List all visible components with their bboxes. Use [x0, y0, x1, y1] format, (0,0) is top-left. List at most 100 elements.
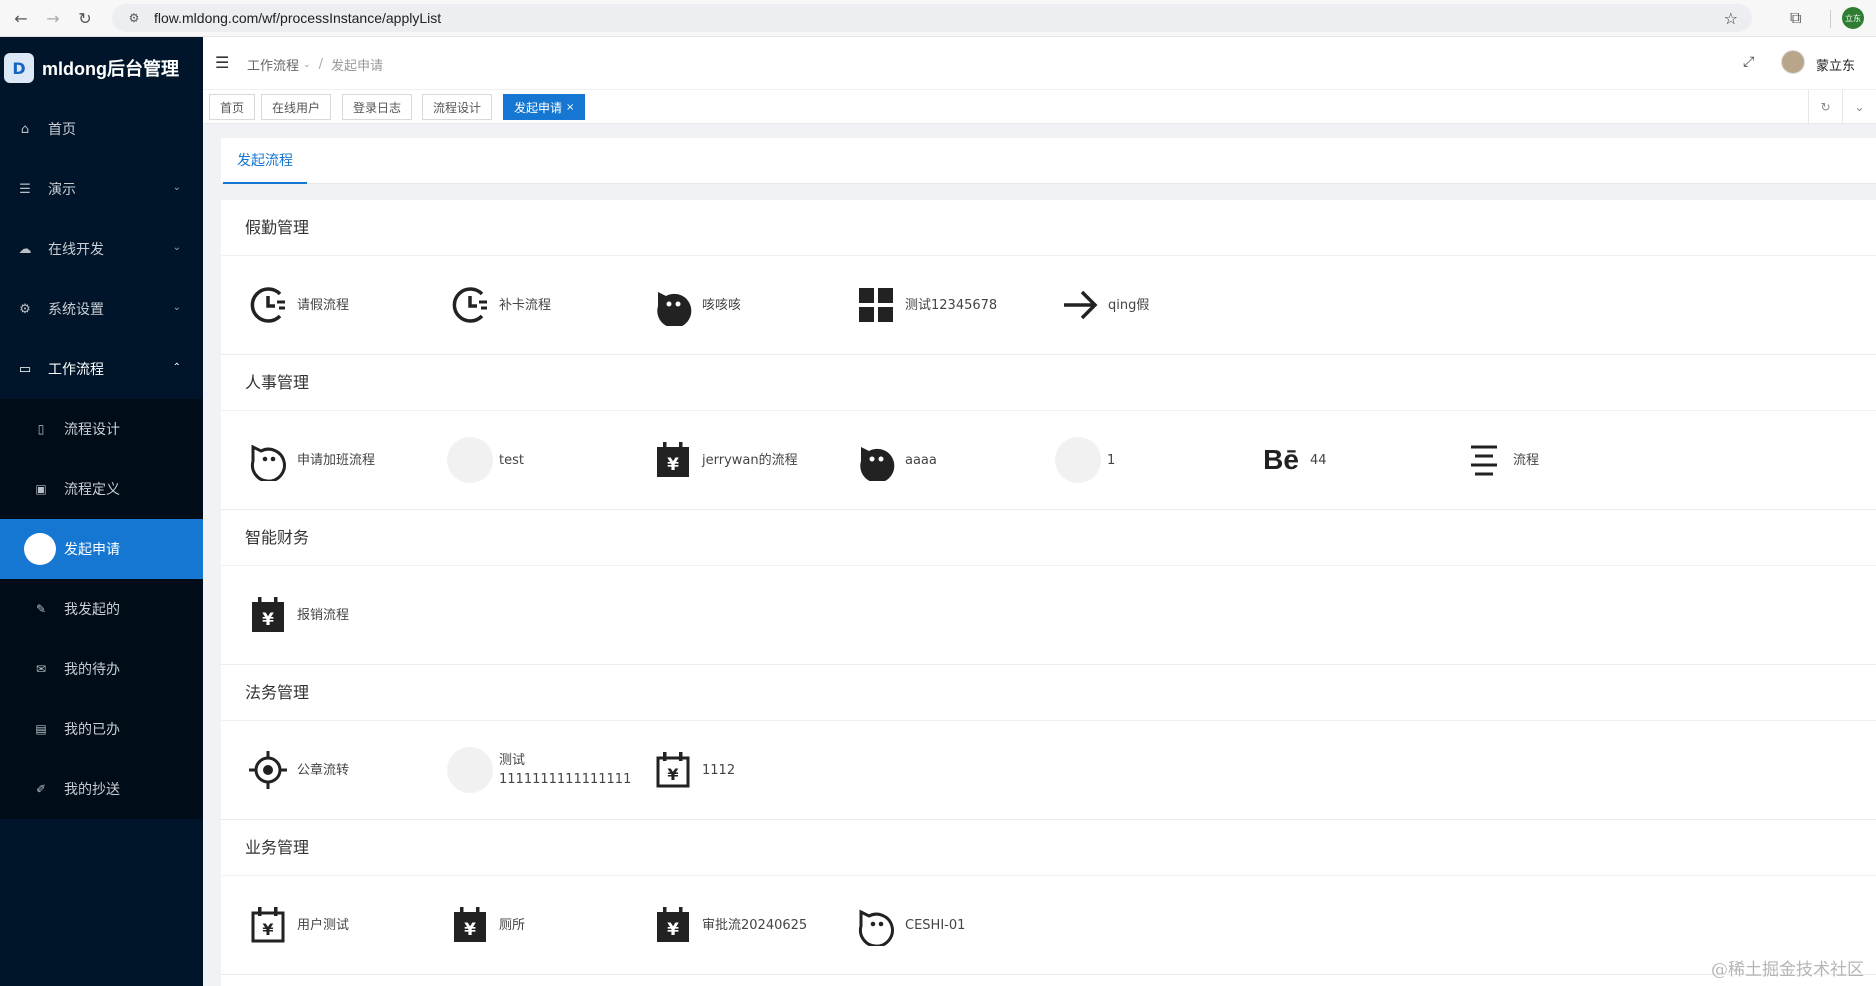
refresh-icon[interactable]: ↻ [1808, 90, 1842, 124]
calendar-yen-outline-icon: ¥ [650, 747, 696, 793]
bookmark-star-icon[interactable]: ☆ [1724, 9, 1738, 28]
svg-text:¥: ¥ [464, 920, 476, 940]
reload-icon[interactable]: ↻ [74, 7, 96, 29]
process-item[interactable]: 公章流转 [245, 745, 349, 795]
sidebar: D mldong后台管理 ⌂ 首页 ☰ 演示 ⌄ ☁ 在线开发 ⌄ ⚙ 系统设置… [0, 37, 203, 986]
tab-start-process[interactable]: 发起流程 [223, 138, 307, 184]
sidebar-item-label: 系统设置 [48, 302, 104, 318]
process-item[interactable]: 1 [1055, 435, 1115, 485]
process-item[interactable]: 申请加班流程 [245, 435, 375, 485]
breadcrumb-parent[interactable]: 工作流程 [247, 55, 299, 74]
calendar-yen-filled-icon: ¥ [650, 437, 696, 483]
svg-text:¥: ¥ [667, 765, 678, 784]
tab-label: 在线用户 [272, 100, 321, 115]
profile-avatar[interactable]: 立东 [1842, 7, 1864, 29]
process-item[interactable]: Bē 44 [1258, 435, 1326, 485]
process-item[interactable]: ¥ 1112 [650, 745, 735, 795]
sidebar-item-workflow[interactable]: ▭ 工作流程 ⌃ [0, 339, 203, 399]
forward-icon[interactable]: → [42, 7, 64, 29]
toolbar-divider [1830, 10, 1831, 28]
process-label: 报销流程 [297, 607, 350, 623]
sidebar-item-process-definition[interactable]: ▣ 流程定义 [0, 459, 203, 519]
sidebar-item-process-design[interactable]: ▯ 流程设计 [0, 399, 203, 459]
behance-icon-glyph: Bē [1263, 444, 1299, 475]
sidebar-item-settings[interactable]: ⚙ 系统设置 ⌄ [0, 279, 203, 339]
process-item[interactable]: 咳咳咳 [650, 280, 741, 330]
username[interactable]: 蒙立东 [1816, 55, 1855, 74]
process-label: CESHI-01 [905, 917, 966, 933]
sidebar-item-online-dev[interactable]: ☁ 在线开发 ⌄ [0, 219, 203, 279]
extensions-icon[interactable]: ⧉ [1790, 8, 1801, 28]
process-label: 请假流程 [297, 297, 350, 313]
tab-online-users[interactable]: 在线用户 [261, 94, 332, 120]
breadcrumb: 工作流程 ⌄ / 发起申请 [247, 55, 383, 74]
process-label: jerrywan的流程 [702, 452, 798, 468]
sidebar-item-label: 在线开发 [48, 242, 104, 258]
process-item[interactable]: CESHI-01 [853, 900, 965, 950]
sidebar-item-home[interactable]: ⌂ 首页 [0, 99, 203, 159]
sidebar-item-my-todo[interactable]: ✉ 我的待办 [0, 639, 203, 699]
back-icon[interactable]: ← [10, 7, 32, 29]
process-item[interactable]: 请假流程 [245, 280, 349, 330]
sidebar-item-my-initiated[interactable]: ✎ 我发起的 [0, 579, 203, 639]
breadcrumb-current: 发起申请 [330, 59, 383, 74]
group-items: 请假流程 补卡流程 咳咳咳 测试12345678 qing假 [221, 256, 1876, 354]
sidebar-item-my-cc[interactable]: ✐ 我的抄送 [0, 759, 203, 819]
calendar-yen-outline-icon: ¥ [245, 902, 291, 948]
empty-circle-icon [1055, 437, 1101, 483]
process-item[interactable]: 补卡流程 [447, 280, 551, 330]
chevron-down-icon: ⌄ [172, 242, 181, 253]
grid-icon [853, 282, 899, 328]
calendar-yen-filled-icon: ¥ [245, 592, 291, 638]
sidebar-item-demo[interactable]: ☰ 演示 ⌄ [0, 159, 203, 219]
process-item[interactable]: ¥ 用户测试 [245, 900, 349, 950]
process-label: 测试 [499, 753, 526, 768]
menu-fold-icon[interactable]: ☰ [215, 53, 229, 72]
calendar-yen-filled-icon: ¥ [650, 902, 696, 948]
clock-icon [245, 282, 291, 328]
process-item[interactable]: ¥ 厕所 [447, 900, 525, 950]
avatar[interactable] [1781, 50, 1805, 74]
process-label: 厕所 [499, 917, 526, 933]
group-title: 业务管理 [221, 820, 1876, 876]
process-item[interactable]: test [447, 435, 524, 485]
process-label-line2: 1111111111111111 [499, 772, 632, 787]
sidebar-item-my-done[interactable]: ▤ 我的已办 [0, 699, 203, 759]
sidebar-item-label: 流程定义 [64, 482, 120, 498]
chevron-down-icon[interactable]: ⌄ [1842, 90, 1876, 124]
edit-icon: ✎ [35, 602, 47, 616]
process-label: 申请加班流程 [297, 452, 376, 468]
svg-text:¥: ¥ [667, 455, 679, 475]
sidebar-item-start-application[interactable]: 发起申请 [0, 519, 203, 579]
site-settings-icon[interactable]: ⚙ [126, 10, 142, 26]
address-bar[interactable]: ⚙ flow.mldong.com/wf/processInstance/app… [112, 4, 1752, 32]
tab-login-log[interactable]: 登录日志 [342, 94, 413, 120]
watermark: @稀土掘金技术社区 [1711, 960, 1864, 980]
process-item[interactable]: 测试 1111111111111111 [447, 745, 631, 795]
arrow-right-icon [1056, 282, 1102, 328]
process-item[interactable]: qing假 [1056, 280, 1149, 330]
process-item[interactable]: 流程 [1461, 435, 1539, 485]
pen-icon: ✐ [35, 782, 47, 796]
process-item[interactable]: aaaa [853, 435, 937, 485]
process-item[interactable]: ¥ 审批流20240625 [650, 900, 807, 950]
chevron-down-icon[interactable]: ⌄ [303, 60, 311, 70]
group-title: 假勤管理 [221, 200, 1876, 256]
close-icon[interactable]: × [566, 102, 574, 113]
image-icon: ▣ [35, 482, 47, 496]
process-item[interactable]: 测试12345678 [853, 280, 997, 330]
process-label: qing假 [1108, 297, 1150, 313]
tab-process-design[interactable]: 流程设计 [422, 94, 493, 120]
process-item[interactable]: ¥ 报销流程 [245, 590, 349, 640]
clock-icon [447, 282, 493, 328]
logo[interactable]: D mldong后台管理 [0, 37, 203, 99]
tab-start-application[interactable]: 发起申请 × [503, 94, 586, 120]
chevron-down-icon: ⌄ [172, 302, 181, 313]
sidebar-item-label: 流程设计 [64, 422, 120, 438]
fullscreen-icon[interactable]: ⤢ [1743, 54, 1754, 70]
process-label: 审批流20240625 [702, 917, 808, 933]
process-label: aaaa [905, 452, 937, 468]
process-item[interactable]: ¥ jerrywan的流程 [650, 435, 798, 485]
tab-home[interactable]: 首页 [209, 94, 256, 120]
top-header: ☰ 工作流程 ⌄ / 发起申请 ⤢ 蒙立东 [203, 37, 1876, 90]
